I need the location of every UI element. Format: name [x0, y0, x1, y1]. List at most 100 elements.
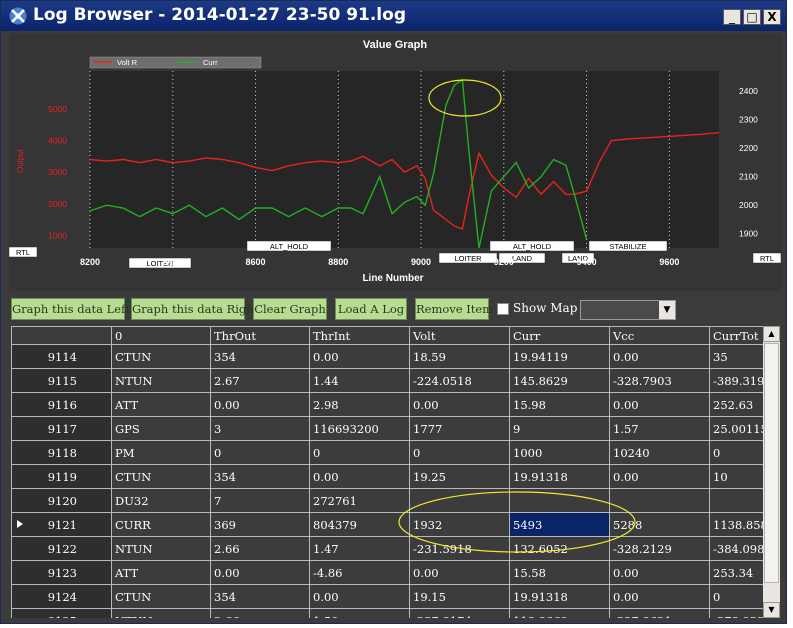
value-graph[interactable]: Value Graph RTLLOITERALT_HOLDLOITERALT_H… [8, 33, 782, 291]
scroll-down-button[interactable]: ▼ [763, 602, 780, 618]
minimize-button[interactable]: _ [723, 9, 741, 25]
table-cell[interactable]: 132.6052 [509, 536, 610, 561]
table-cell[interactable] [409, 488, 510, 513]
row-header[interactable]: 9114 [11, 344, 112, 369]
graph-right-button[interactable]: Graph this data Right [131, 298, 258, 320]
table-cell[interactable]: 5288 [609, 512, 710, 537]
table-cell[interactable]: 9 [509, 416, 610, 441]
table-cell[interactable]: -237.8174 [409, 608, 510, 618]
column-header-3[interactable]: ThrInt [309, 326, 410, 345]
table-cell[interactable]: 354 [210, 344, 310, 369]
data-grid[interactable]: 0 ThrOut ThrInt Volt Curr Vcc CurrTot 9114 CTUN… [11, 326, 781, 618]
table-cell[interactable]: 0 [309, 440, 410, 465]
table-cell[interactable]: 2.66 [210, 536, 310, 561]
table-cell[interactable]: 15.58 [509, 560, 610, 585]
table-row[interactable]: 9123 ATT 0.00 -4.86 0.00 15.58 0.00 253.34 [11, 560, 780, 585]
table-row[interactable]: 9116 ATT 0.00 2.98 0.00 15.98 0.00 252.63 [11, 392, 780, 417]
row-header[interactable]: 9123 [11, 560, 112, 585]
table-cell[interactable]: 0.00 [609, 392, 710, 417]
table-cell[interactable]: CTUN [111, 464, 211, 489]
table-cell[interactable]: 0.00 [409, 392, 510, 417]
table-cell[interactable]: CURR [111, 512, 211, 537]
table-cell[interactable]: NTUN [111, 368, 211, 393]
table-cell[interactable]: 1.50 [309, 608, 410, 618]
table-row[interactable]: 9125NTUN2.661.50-237.8174118.8669-327.86… [11, 608, 780, 618]
clear-graph-button[interactable]: Clear Graph [253, 298, 327, 320]
table-cell[interactable]: 0.00 [609, 344, 710, 369]
table-row[interactable]: 9119 CTUN 354 0.00 19.25 19.91318 0.00 10 [11, 464, 780, 489]
table-cell[interactable]: 0 [210, 440, 310, 465]
table-cell[interactable]: 0 [409, 440, 510, 465]
table-cell[interactable]: 0.00 [609, 560, 710, 585]
table-cell[interactable]: NTUN [111, 536, 211, 561]
table-cell[interactable]: 18.59 [409, 344, 510, 369]
table-cell[interactable]: 1000 [509, 440, 610, 465]
row-header[interactable]: 9119 [11, 464, 112, 489]
column-header-0[interactable] [11, 326, 112, 345]
table-cell[interactable]: 116693200 [309, 416, 410, 441]
table-cell[interactable]: 3 [210, 416, 310, 441]
table-cell[interactable]: DU32 [111, 488, 211, 513]
table-cell[interactable]: 0.00 [309, 584, 410, 609]
row-header[interactable]: 9115 [11, 368, 112, 393]
table-cell[interactable]: 15.98 [509, 392, 610, 417]
table-row[interactable]: 9120 DU32 7 272761 [11, 488, 780, 513]
table-cell[interactable]: -4.86 [309, 560, 410, 585]
graph-left-button[interactable]: Graph this data Left [11, 298, 130, 320]
table-cell[interactable]: 19.94119 [509, 344, 610, 369]
load-log-button[interactable]: Load A Log [335, 298, 407, 320]
table-cell[interactable]: 272761 [309, 488, 410, 513]
table-cell[interactable]: 1.44 [309, 368, 410, 393]
close-button[interactable]: X [763, 9, 781, 25]
table-cell[interactable]: 7 [210, 488, 310, 513]
table-cell[interactable]: PM [111, 440, 211, 465]
table-cell[interactable]: 19.91318 [509, 584, 610, 609]
table-cell[interactable]: 145.8629 [509, 368, 610, 393]
table-cell[interactable]: 0.00 [409, 560, 510, 585]
chevron-down-icon[interactable]: ▼ [659, 301, 675, 319]
table-row[interactable]: 9124 CTUN 354 0.00 19.15 19.91318 0.00 0 [11, 584, 780, 609]
column-header-2[interactable]: ThrOut [210, 326, 310, 345]
table-cell[interactable]: 118.8669 [509, 608, 610, 618]
table-cell[interactable]: 1.57 [609, 416, 710, 441]
table-cell[interactable]: 354 [210, 464, 310, 489]
table-row[interactable]: 9115 NTUN 2.67 1.44 -224.0518 145.8629 -328.79… [11, 368, 780, 393]
table-row[interactable]: 9122 NTUN 2.66 1.47 -231.5918 132.6052 -328.21… [11, 536, 780, 561]
column-header-4[interactable]: Volt [409, 326, 510, 345]
column-header-6[interactable]: Vcc [609, 326, 710, 345]
table-cell[interactable]: -328.2129 [609, 536, 710, 561]
remove-item-button[interactable]: Remove Item [415, 298, 493, 320]
table-cell[interactable]: ATT [111, 560, 211, 585]
row-header[interactable]: 9124 [11, 584, 112, 609]
column-header-5[interactable]: Curr [509, 326, 610, 345]
row-header[interactable]: 9122 [11, 536, 112, 561]
table-cell[interactable] [509, 488, 610, 513]
row-header[interactable]: 9116 [11, 392, 112, 417]
table-cell[interactable]: 369 [210, 512, 310, 537]
title-bar[interactable]: Log Browser - 2014-01-27 23-50 91.log _ … [1, 1, 786, 31]
table-cell[interactable]: 19.25 [409, 464, 510, 489]
table-cell[interactable]: 19.91318 [509, 464, 610, 489]
table-cell[interactable]: GPS [111, 416, 211, 441]
series-dropdown[interactable]: ▼ [580, 300, 676, 320]
scroll-thumb[interactable] [764, 343, 779, 583]
table-cell[interactable]: 0.00 [609, 464, 710, 489]
show-map-checkbox[interactable] [497, 303, 509, 315]
table-cell[interactable]: -327.8621 [609, 608, 710, 618]
table-cell[interactable]: 2.66 [210, 608, 310, 618]
table-cell[interactable] [609, 488, 710, 513]
table-cell[interactable]: 19.15 [409, 584, 510, 609]
table-cell[interactable]: 1.47 [309, 536, 410, 561]
table-cell[interactable]: CTUN [111, 584, 211, 609]
table-cell[interactable]: 0.00 [309, 464, 410, 489]
table-row[interactable]: 9114 CTUN 354 0.00 18.59 19.94119 0.00 35 [11, 344, 780, 369]
table-cell[interactable]: 0.00 [309, 344, 410, 369]
table-cell[interactable]: ATT [111, 392, 211, 417]
table-cell[interactable]: CTUN [111, 344, 211, 369]
scroll-up-button[interactable]: ▲ [763, 326, 780, 342]
table-cell[interactable]: 10240 [609, 440, 710, 465]
row-header[interactable]: 9118 [11, 440, 112, 465]
table-row[interactable]: 9118 PM 0 0 0 1000 10240 0 [11, 440, 780, 465]
table-cell[interactable]: 354 [210, 584, 310, 609]
table-cell[interactable]: 5493 [509, 512, 610, 537]
